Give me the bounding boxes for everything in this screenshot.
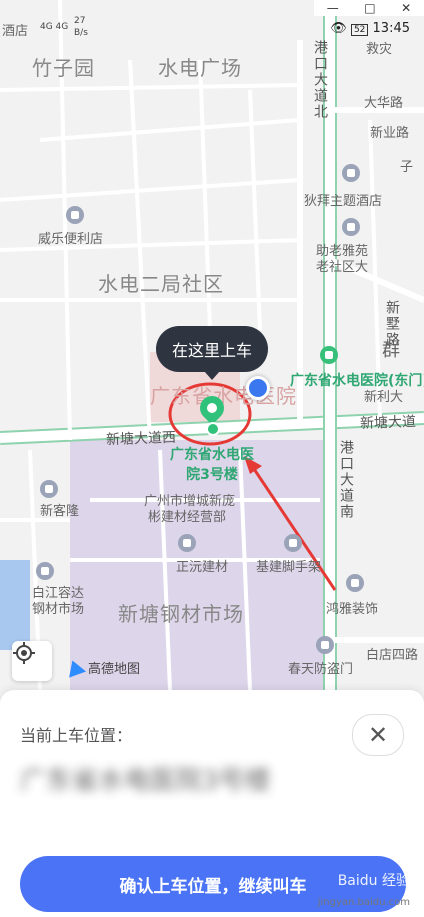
- watermark-url: jingyan.baidu.com: [317, 897, 410, 908]
- place-label: 白店四路: [366, 648, 419, 663]
- status-right: 👁 52 13:45: [330, 21, 410, 36]
- locate-me-button[interactable]: [12, 641, 52, 681]
- current-location-dot: [246, 376, 270, 400]
- place-label: 大华路: [364, 96, 404, 111]
- place-label: 鸿雅装饰: [326, 602, 379, 617]
- place-label: 新业路: [370, 126, 410, 141]
- shop-icon[interactable]: [346, 574, 364, 592]
- hospital-building3-label[interactable]: 广东省水电医院3号楼: [170, 444, 254, 484]
- hotel-icon[interactable]: [342, 164, 360, 182]
- road-label: 新塘大道西: [105, 429, 177, 449]
- place-label: 正沅建材: [176, 560, 229, 575]
- area-label: 水电二局社区: [98, 272, 224, 296]
- area-label: 水电广场: [158, 56, 242, 80]
- battery-icon: 52: [350, 24, 369, 36]
- road-label: 港口大道南: [338, 440, 354, 520]
- clock-time: 13:45: [372, 21, 410, 36]
- place-label: 群: [382, 340, 400, 361]
- shop-icon[interactable]: [284, 534, 302, 552]
- amap-logo-icon: [63, 657, 87, 678]
- road-label: 港口大道北: [312, 40, 328, 120]
- place-label: 基建脚手架: [256, 560, 322, 575]
- close-button[interactable]: ✕: [352, 714, 404, 756]
- shop-icon[interactable]: [178, 534, 196, 552]
- panel-title: 当前上车位置：: [20, 726, 133, 745]
- map-view[interactable]: 竹子园 水电广场 水电二局社区 新塘钢材市场 新塘大道西 新塘大道 港口大道北 …: [0, 0, 424, 690]
- pickup-address: 广东省水电医院3号楼: [20, 766, 271, 796]
- baidu-watermark: Baidu 经验: [337, 873, 410, 889]
- hospital-gate-icon[interactable]: [320, 346, 338, 364]
- signal-icon: 4G 4G: [40, 22, 69, 32]
- amap-logo: 高德地图: [63, 657, 141, 678]
- pickup-point-dot: [206, 422, 220, 436]
- hospital-east-gate-label[interactable]: 广东省水电医院(东门): [290, 370, 424, 390]
- area-label: 竹子园: [32, 56, 95, 80]
- community-icon[interactable]: [342, 218, 360, 236]
- place-label: 老社区大: [316, 260, 369, 275]
- pickup-panel: 当前上车位置： 广东省水电医院3号楼 ✕ 确认上车位置，继续叫车 Baidu 经…: [0, 690, 424, 917]
- place-label: 威乐便利店: [38, 232, 104, 247]
- status-bar: 酒店 4G 4G 27 B/s 👁 52 13:45: [0, 16, 424, 40]
- shop-icon[interactable]: [66, 206, 84, 224]
- status-carrier-text: 酒店: [2, 24, 29, 39]
- network-speed: 27: [74, 16, 86, 26]
- place-label: 子: [400, 160, 414, 175]
- place-label: 彬建材经营部: [148, 510, 227, 525]
- network-speed-unit: B/s: [74, 28, 88, 38]
- place-label: 新客隆: [40, 504, 80, 519]
- place-label: 春天防盗门: [288, 662, 354, 677]
- amap-logo-text: 高德地图: [88, 662, 141, 677]
- place-label: 狄拜主题酒店: [304, 194, 383, 209]
- window-controls: — □ ✕: [314, 0, 424, 16]
- shop-icon[interactable]: [36, 562, 54, 580]
- minimize-button[interactable]: —: [327, 1, 339, 15]
- place-label: 救灾: [366, 42, 393, 57]
- shop-icon[interactable]: [40, 480, 58, 498]
- shop-icon[interactable]: [316, 636, 334, 654]
- eye-icon: 👁: [330, 21, 347, 36]
- area-label: 新塘钢材市场: [118, 602, 244, 626]
- crosshair-icon: [13, 642, 35, 664]
- road-label: 新塘大道: [359, 414, 417, 432]
- place-label: 钢材市场: [32, 602, 85, 617]
- maximize-button[interactable]: □: [364, 1, 375, 15]
- pickup-here-bubble[interactable]: 在这里上车: [156, 326, 268, 380]
- close-window-button[interactable]: ✕: [401, 1, 411, 15]
- close-icon: ✕: [367, 721, 389, 749]
